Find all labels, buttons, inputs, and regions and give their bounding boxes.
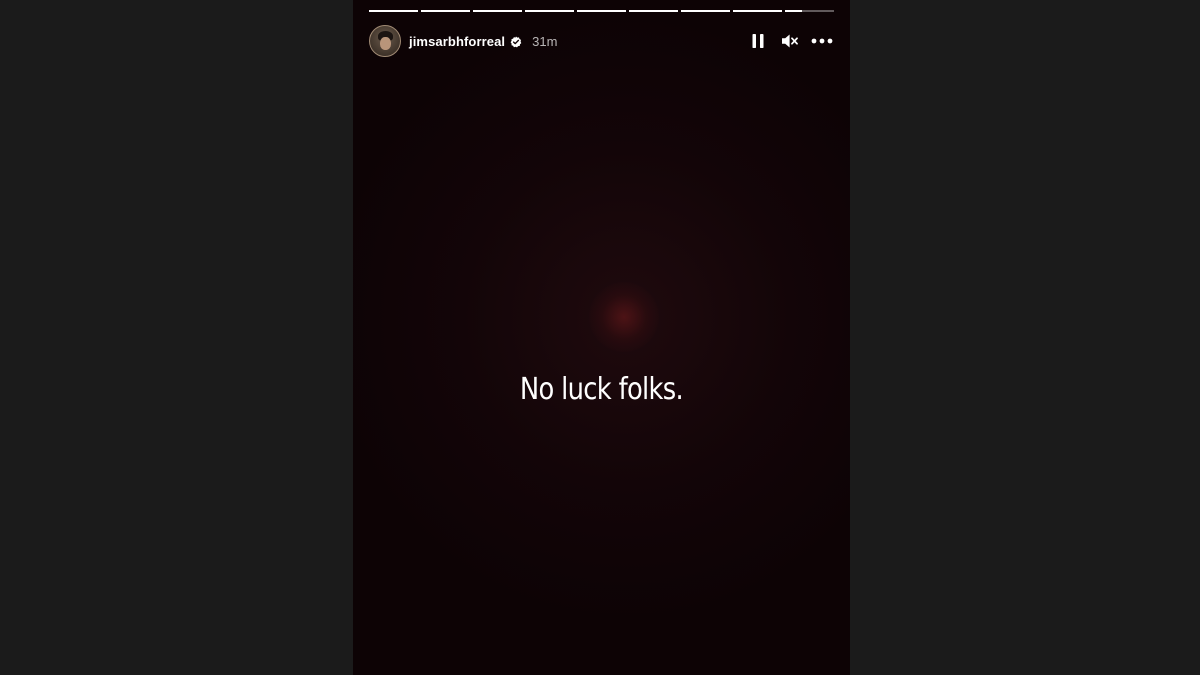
progress-segment-fill xyxy=(785,10,803,12)
progress-segment-fill xyxy=(473,10,522,12)
progress-segment-fill xyxy=(733,10,782,12)
post-time: 31m xyxy=(532,33,558,49)
progress-segment xyxy=(421,10,470,12)
progress-segment xyxy=(473,10,522,12)
progress-segment xyxy=(369,10,418,12)
story-viewer[interactable]: jimsarbhforreal 31m No luck folks. xyxy=(353,0,850,675)
mute-button[interactable] xyxy=(778,29,802,53)
story-progress-bar xyxy=(369,10,834,12)
story-caption-text: No luck folks. xyxy=(519,372,684,407)
muted-speaker-icon xyxy=(782,34,798,48)
progress-segment-fill xyxy=(681,10,730,12)
progress-segment-fill xyxy=(421,10,470,12)
progress-segment xyxy=(577,10,626,12)
progress-segment-fill xyxy=(525,10,574,12)
viewport: jimsarbhforreal 31m No luck folks. xyxy=(0,0,1200,675)
avatar[interactable] xyxy=(369,25,401,57)
more-options-icon xyxy=(811,38,833,44)
more-options-button[interactable] xyxy=(810,29,834,53)
pause-button[interactable] xyxy=(746,29,770,53)
progress-segment xyxy=(681,10,730,12)
progress-segment-fill xyxy=(629,10,678,12)
progress-segment xyxy=(733,10,782,12)
progress-segment xyxy=(629,10,678,12)
background-light-blob xyxy=(589,282,659,352)
verified-badge-icon xyxy=(510,35,522,48)
progress-segment xyxy=(525,10,574,12)
avatar-face xyxy=(380,37,391,50)
story-controls xyxy=(746,29,834,53)
pause-icon xyxy=(752,34,764,48)
progress-segment-fill xyxy=(369,10,418,12)
story-header: jimsarbhforreal 31m xyxy=(369,25,834,57)
progress-segment-fill xyxy=(577,10,626,12)
username-link[interactable]: jimsarbhforreal xyxy=(409,34,505,49)
progress-segment xyxy=(785,10,834,12)
